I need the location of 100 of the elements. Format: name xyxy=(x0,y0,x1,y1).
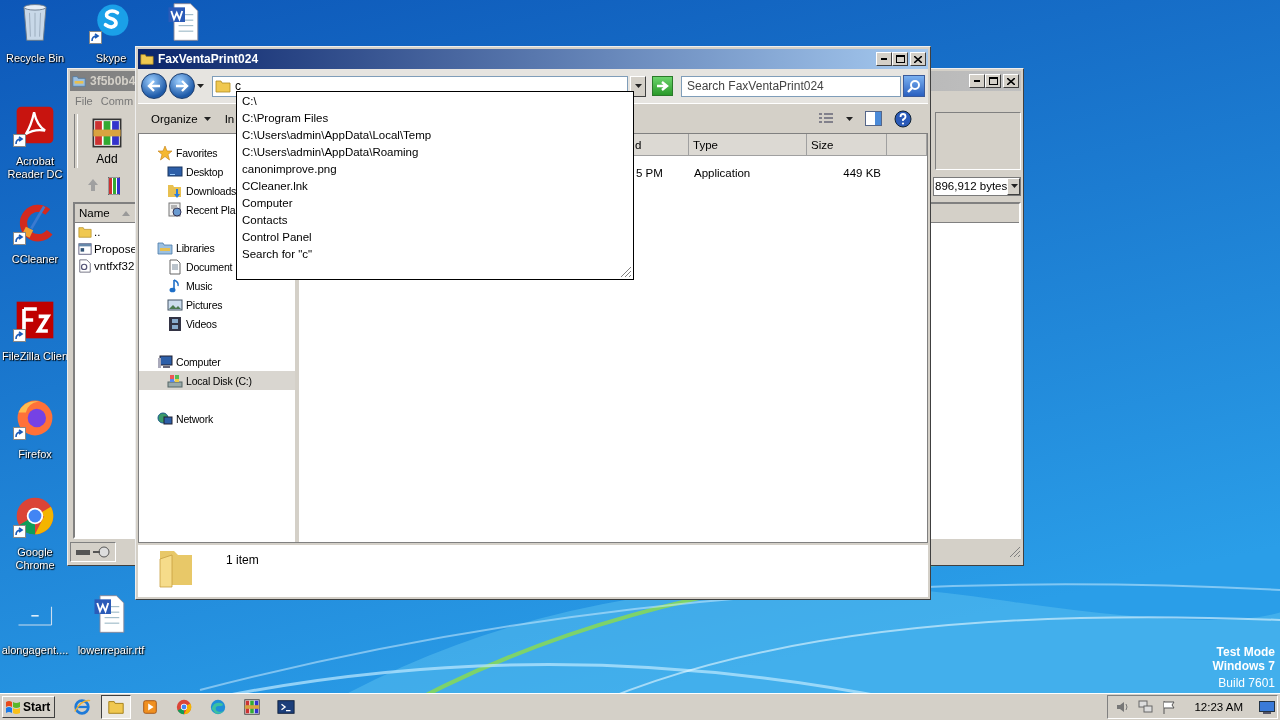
file-name[interactable]: Propose xyxy=(94,242,137,255)
caret-icon xyxy=(846,116,853,121)
search-field[interactable]: Search FaxVentaPrint024 xyxy=(681,75,901,97)
icon-label: alongagent.... xyxy=(1,644,69,657)
view-list-icon[interactable] xyxy=(818,111,834,126)
file-name[interactable]: .. xyxy=(94,225,101,238)
add-button[interactable]: Add xyxy=(88,114,126,168)
minimize-button[interactable] xyxy=(969,74,985,88)
suggestion-item[interactable]: canonimprove.png xyxy=(237,161,337,178)
nav-item[interactable]: Downloads xyxy=(139,181,237,200)
toolbar-button[interactable]: Organize xyxy=(149,110,213,127)
nav-item[interactable]: Desktop xyxy=(139,162,224,181)
suggestion-item[interactable]: Computer xyxy=(237,195,293,212)
nav-item[interactable]: Document xyxy=(139,257,233,276)
suggestion-item[interactable]: C:\Users\admin\AppData\Roaming xyxy=(237,144,419,161)
back-button[interactable] xyxy=(141,73,167,99)
resize-grip-icon[interactable] xyxy=(620,266,632,278)
book-stack-icon xyxy=(108,177,120,195)
preview-pane-icon[interactable] xyxy=(865,111,882,126)
maximize-icon xyxy=(988,77,998,85)
taskbar-button[interactable] xyxy=(101,695,132,719)
show-desktop-icon[interactable] xyxy=(1259,700,1275,714)
icon-label: lowerrepair.rtf xyxy=(77,644,145,657)
history-caret-icon xyxy=(197,84,204,88)
suggestion-item[interactable]: C:\Program Files xyxy=(237,110,329,127)
caret-icon xyxy=(203,116,211,121)
suggestion-item[interactable]: Contacts xyxy=(237,212,288,229)
document-window-icon xyxy=(78,241,92,256)
maximize-button[interactable] xyxy=(892,52,908,66)
resize-grip-icon[interactable] xyxy=(1009,546,1021,558)
media-player-icon xyxy=(141,698,160,716)
go-arrow-icon xyxy=(656,81,669,91)
test-mode-text: Build 7601 xyxy=(1218,676,1275,690)
icon-label: FileZilla Clien xyxy=(2,350,68,363)
icon-label: CCleaner xyxy=(11,253,59,266)
file-name[interactable]: vntfxf32 xyxy=(94,259,135,272)
folder-icon xyxy=(78,224,92,239)
table-cell-text: Application xyxy=(693,167,752,179)
search-icon xyxy=(907,79,921,93)
icon-label: Firefox xyxy=(18,448,52,461)
window-title: FaxVentaPrint024 xyxy=(158,52,259,66)
chrome-icon xyxy=(175,698,194,716)
folder-icon xyxy=(107,698,126,716)
library-folder-icon xyxy=(72,74,86,88)
terminal-icon xyxy=(277,698,296,716)
windows-flag-icon xyxy=(5,700,21,714)
speaker-icon[interactable] xyxy=(1116,700,1131,714)
suggestion-item[interactable]: CCleaner.lnk xyxy=(237,178,308,195)
close-button[interactable] xyxy=(1003,74,1019,88)
suggestion-item[interactable]: C:\Users\admin\AppData\Local\Temp xyxy=(237,127,432,144)
document-icon xyxy=(167,258,183,275)
nav-item[interactable]: Computer xyxy=(139,352,221,371)
help-icon[interactable] xyxy=(894,109,912,128)
close-button[interactable] xyxy=(910,52,926,66)
edge-icon xyxy=(209,698,228,716)
nav-item[interactable]: Pictures xyxy=(139,295,223,314)
table-cell-text: 5 PM xyxy=(635,167,664,179)
icon-label: Recycle Bin xyxy=(5,52,65,65)
table-cell-text: 449 KB xyxy=(842,167,882,179)
go-button[interactable] xyxy=(652,76,673,96)
start-button[interactable]: Start xyxy=(2,696,56,718)
nav-item[interactable]: Network xyxy=(139,409,214,428)
toolbar-button[interactable]: In xyxy=(222,110,237,127)
clock[interactable]: 12:23 AM xyxy=(1194,701,1243,713)
close-icon xyxy=(1007,77,1015,85)
suggestion-item[interactable]: Search for "c" xyxy=(237,246,313,263)
nav-item[interactable]: Recent Pla xyxy=(139,200,236,219)
nav-item[interactable]: Libraries xyxy=(139,238,215,257)
drive-icon xyxy=(167,372,183,389)
nav-item[interactable]: Videos xyxy=(139,314,217,333)
forward-button[interactable] xyxy=(169,73,195,99)
icon-label: Acrobat Reader DC xyxy=(6,155,64,181)
nav-item[interactable]: Local Disk (C:) xyxy=(139,371,295,390)
back-arrow-icon xyxy=(147,80,161,92)
icon-label: Skype xyxy=(95,52,127,65)
network-icon[interactable] xyxy=(1138,700,1155,714)
flag-icon[interactable] xyxy=(1162,700,1177,714)
column-header[interactable]: Size xyxy=(807,134,887,155)
test-mode-text: Windows 7 xyxy=(1212,659,1275,673)
maximize-button[interactable] xyxy=(985,74,1001,88)
maximize-icon xyxy=(895,55,905,63)
minimize-icon xyxy=(881,58,887,60)
size-dropdown[interactable]: 896,912 bytes xyxy=(933,176,1021,196)
window-title: 3f5b0b4 xyxy=(90,74,136,88)
library-folder-icon xyxy=(157,239,173,256)
column-header[interactable]: Type xyxy=(689,134,807,155)
recent-places-icon xyxy=(167,201,183,218)
up-arrow-icon xyxy=(86,177,100,192)
nav-item[interactable]: Music xyxy=(139,276,213,295)
address-dropdown-button[interactable] xyxy=(630,75,646,97)
film-icon xyxy=(167,315,183,332)
minimize-button[interactable] xyxy=(876,52,892,66)
forward-arrow-icon xyxy=(175,80,189,92)
close-icon xyxy=(914,55,922,63)
picture-icon xyxy=(167,296,183,313)
search-button[interactable] xyxy=(903,75,925,97)
nav-item[interactable]: Favorites xyxy=(139,143,218,162)
suggestion-item[interactable]: Control Panel xyxy=(237,229,312,246)
caret-icon xyxy=(634,84,642,88)
drive-key-icon xyxy=(75,546,111,558)
